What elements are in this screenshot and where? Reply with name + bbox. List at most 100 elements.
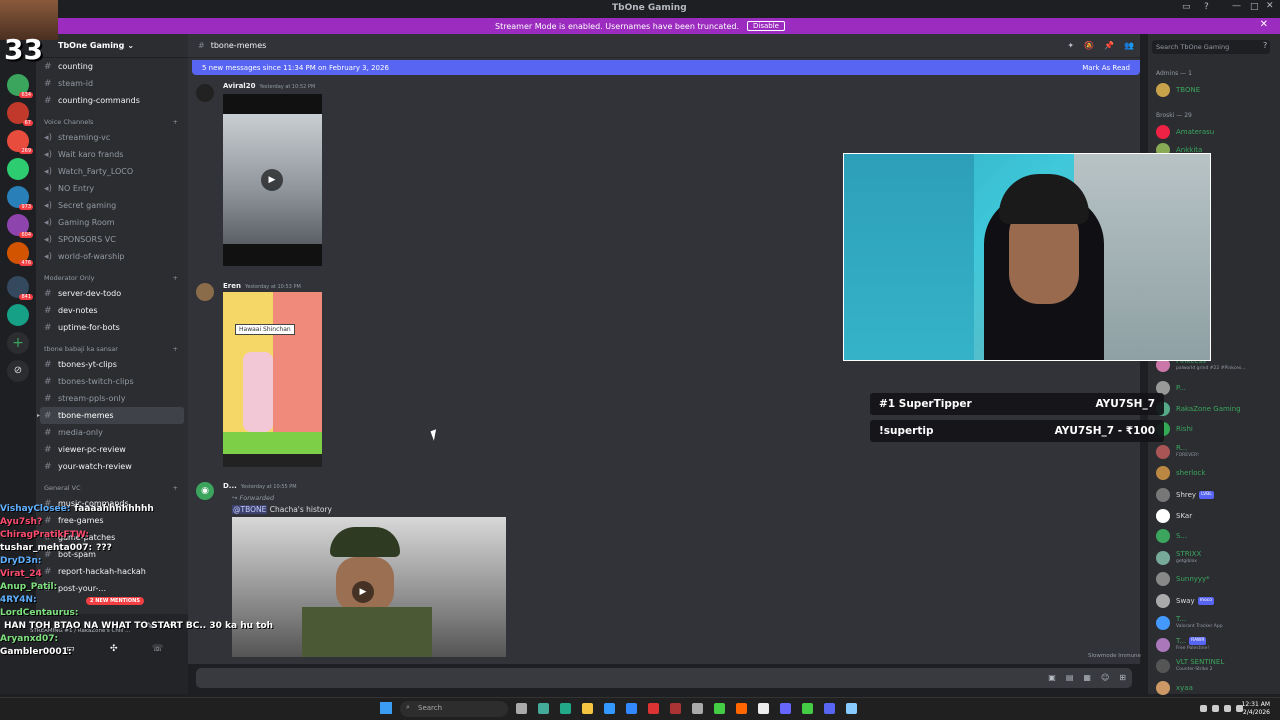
category-general-vc[interactable]: General VC + [36, 475, 188, 495]
close-window-button[interactable]: ✕ [1266, 1, 1274, 11]
discord-avatar[interactable]: ◉ [196, 482, 214, 500]
server-icon[interactable]: 634 [7, 74, 33, 98]
notification-bell-icon[interactable]: 🔕 [1084, 41, 1094, 50]
author-name[interactable]: Eren [223, 282, 241, 290]
widgets-icon[interactable] [538, 703, 549, 714]
app-icon[interactable] [802, 703, 813, 714]
play-icon[interactable]: ▶ [261, 169, 283, 191]
server-icon[interactable]: 67 [7, 102, 33, 126]
channel-item[interactable]: ◂) world-of-warship [36, 248, 188, 265]
inbox-icon[interactable]: ▭ [1182, 2, 1191, 12]
member-item[interactable]: TBONE [1156, 83, 1200, 97]
author-name[interactable]: Aviral20 [223, 82, 255, 90]
member-item[interactable]: STRIXX getgiblox [1156, 550, 1201, 566]
battery-icon[interactable] [1224, 705, 1231, 712]
play-icon[interactable]: ▶ [352, 581, 374, 603]
channel-item[interactable]: # steam-id [36, 75, 188, 92]
channel-item[interactable]: ▸#viewer-pc-review [36, 441, 188, 458]
channel-item[interactable]: ▸#uptime-for-bots [36, 319, 188, 336]
edge-icon[interactable] [560, 703, 571, 714]
channel-item[interactable]: ▸#counting [36, 58, 188, 75]
member-item[interactable]: Sunnyyy* [1156, 572, 1210, 586]
author-name[interactable]: D... [223, 482, 237, 490]
member-item[interactable]: Shrey LVBL [1156, 488, 1214, 502]
task-view-icon[interactable] [516, 703, 527, 714]
mail-icon[interactable] [604, 703, 615, 714]
channel-item[interactable]: ◂) streaming-vc [36, 129, 188, 146]
channel-item[interactable]: # stream-ppls-only [36, 390, 188, 407]
steam-icon[interactable] [846, 703, 857, 714]
discover-icon[interactable]: ⊘ [7, 360, 29, 382]
wifi-icon[interactable] [1200, 705, 1207, 712]
members-icon[interactable]: 👥 [1124, 41, 1134, 50]
category-moderator[interactable]: Moderator Only + [36, 265, 188, 285]
channel-item[interactable]: ▸#dev-notes [36, 302, 188, 319]
server-icon[interactable]: 269 [7, 130, 33, 154]
help-icon[interactable]: ? [1204, 2, 1209, 12]
app-icon[interactable] [758, 703, 769, 714]
member-item[interactable]: VLT SENTINEL Counter-Strike 2 [1156, 658, 1224, 674]
add-server-icon[interactable]: + [7, 332, 29, 354]
close-banner-icon[interactable]: ✕ [1260, 19, 1268, 30]
channel-item[interactable]: ◂) Secret gaming [36, 197, 188, 214]
member-item[interactable]: Sway moco [1156, 594, 1214, 608]
image-attachment[interactable]: Hawaai Shinchan [223, 292, 322, 467]
chrome-icon[interactable] [714, 703, 725, 714]
mark-as-read-button[interactable]: Mark As Read [1082, 64, 1130, 72]
avatar[interactable] [196, 283, 214, 301]
channel-item[interactable]: # tbones-twitch-clips [36, 373, 188, 390]
video-attachment[interactable]: ▶ [223, 94, 322, 266]
gif-icon[interactable]: ▤ [1066, 673, 1074, 682]
help-icon[interactable]: ? [1263, 41, 1267, 50]
file-explorer-icon[interactable] [582, 703, 593, 714]
emoji-icon[interactable]: ☺ [1101, 673, 1109, 682]
channel-item[interactable]: ▸#tbones-yt-clips [36, 356, 188, 373]
member-item[interactable]: S... [1156, 529, 1187, 543]
server-icon[interactable]: 476 [7, 242, 33, 266]
member-item[interactable]: xyaa [1156, 681, 1193, 695]
channel-item[interactable]: ◂) NO Entry [36, 180, 188, 197]
channel-item[interactable]: ▸#your-watch-review [36, 458, 188, 475]
speaker-icon[interactable] [1212, 705, 1219, 712]
channel-item[interactable]: ◂) Gaming Room [36, 214, 188, 231]
sticker-icon[interactable]: ▦ [1083, 673, 1091, 682]
search-input[interactable]: Search TbOne Gaming [1152, 40, 1270, 54]
channel-item[interactable]: # media-only [36, 424, 188, 441]
discord-icon[interactable] [824, 703, 835, 714]
channel-item[interactable]: ▸#counting-commands [36, 92, 188, 109]
channel-item[interactable]: ◂) SPONSORS VC [36, 231, 188, 248]
category-tbone[interactable]: tbone babaji ka sansar + [36, 336, 188, 356]
message-input[interactable]: ▣ ▤ ▦ ☺ ⊞ [196, 668, 1132, 688]
member-item[interactable]: sherlock [1156, 466, 1205, 480]
app-icon[interactable] [670, 703, 681, 714]
guild-header[interactable]: TbOne Gaming ⌄ [36, 34, 188, 58]
gift-icon[interactable]: ▣ [1048, 673, 1056, 682]
apps-icon[interactable]: ⊞ [1119, 673, 1126, 682]
server-icon[interactable]: 841 [7, 276, 33, 300]
avatar[interactable] [196, 84, 214, 102]
member-item[interactable]: Amaterasu [1156, 125, 1214, 139]
settings-icon[interactable] [692, 703, 703, 714]
maximize-button[interactable]: □ [1250, 2, 1259, 12]
member-item[interactable]: R... FOREVER! [1156, 444, 1199, 460]
teams-icon[interactable] [780, 703, 791, 714]
new-messages-bar[interactable]: 5 new messages since 11:34 PM on Februar… [192, 60, 1140, 75]
server-icon[interactable] [7, 158, 29, 180]
member-item[interactable]: T... Valorant Tracker App [1156, 615, 1223, 631]
app-icon[interactable] [648, 703, 659, 714]
pin-icon[interactable]: 📌 [1104, 41, 1114, 50]
member-item[interactable]: RakaZone Gaming [1156, 402, 1241, 416]
system-clock[interactable]: 12:31 AM 2/4/2026 [1242, 701, 1270, 717]
brave-icon[interactable] [736, 703, 747, 714]
windows-start-icon[interactable] [380, 702, 392, 714]
threads-icon[interactable]: ✦ [1067, 41, 1074, 50]
disable-button[interactable]: Disable [747, 21, 785, 31]
store-icon[interactable] [626, 703, 637, 714]
minimize-button[interactable]: — [1232, 1, 1241, 11]
category-voice[interactable]: Voice Channels + [36, 109, 188, 129]
member-item[interactable]: T... RAWR Free Palestine! [1156, 637, 1209, 653]
member-item[interactable]: SKar [1156, 509, 1192, 523]
server-icon[interactable]: 973 [7, 186, 33, 210]
channel-item[interactable]: ◂) Watch_Farty_LOCO [36, 163, 188, 180]
server-icon[interactable]: 604 [7, 214, 33, 238]
